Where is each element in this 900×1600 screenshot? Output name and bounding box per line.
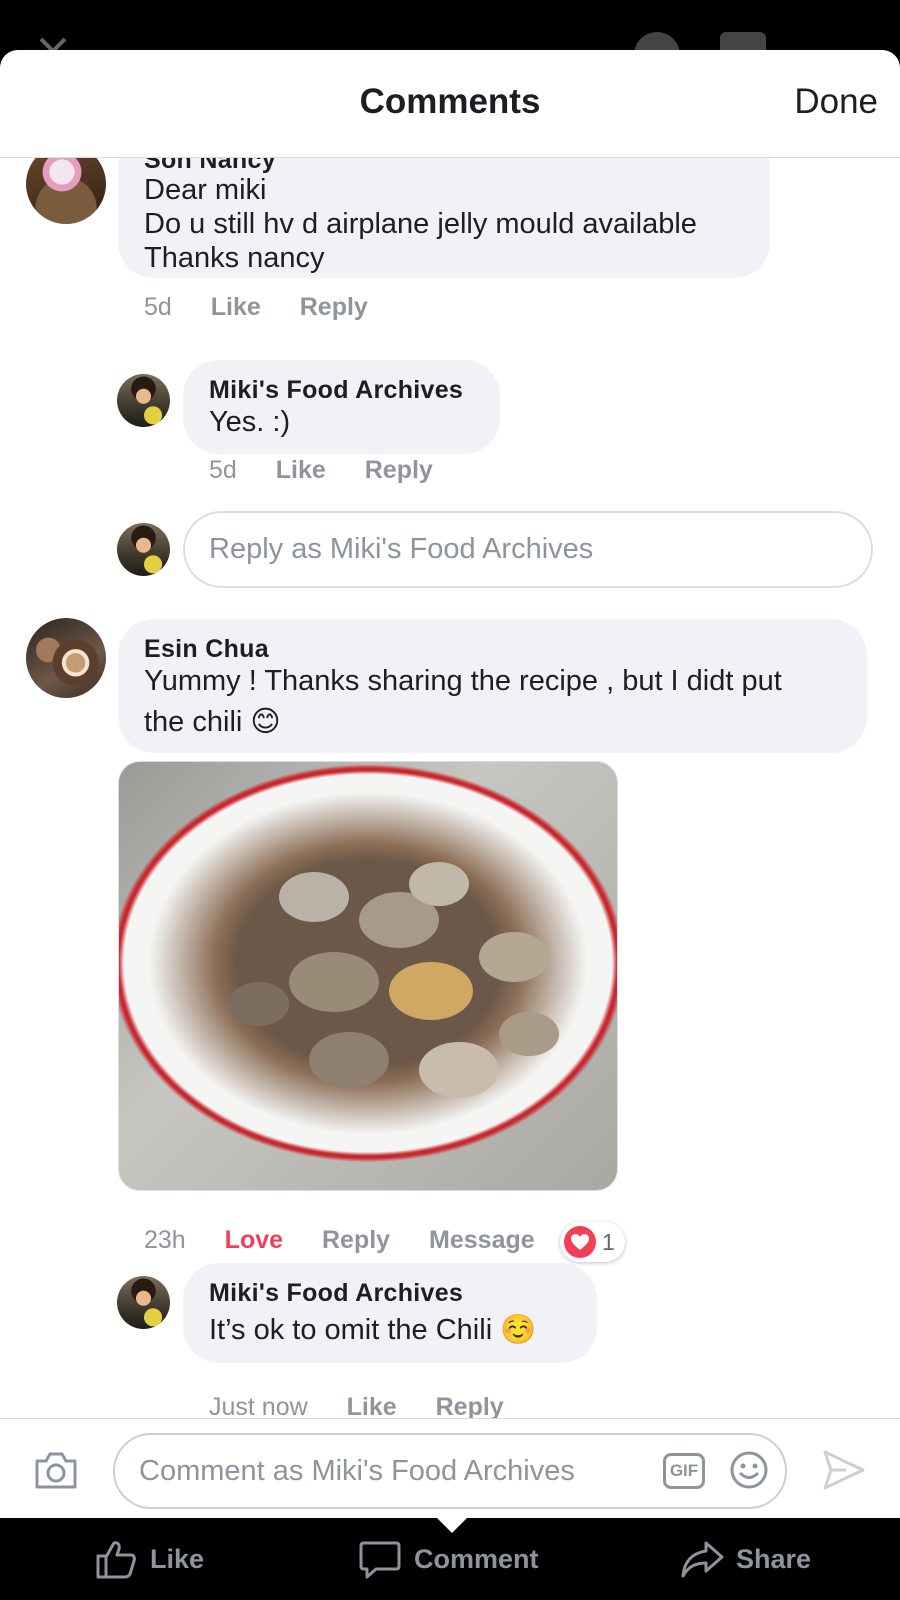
timestamp: 23h <box>144 1226 186 1254</box>
post-action-bar: Like Comment Share <box>0 1517 900 1600</box>
comment-input[interactable] <box>139 1435 639 1507</box>
reply-input[interactable] <box>185 513 871 586</box>
reaction-number: 1 <box>602 1228 615 1255</box>
reply-button[interactable]: Reply <box>436 1393 504 1421</box>
comment-photo[interactable] <box>118 761 618 1191</box>
timestamp: Just now <box>209 1393 308 1421</box>
reaction-count[interactable]: 1 <box>560 1222 625 1262</box>
share-action[interactable]: Share <box>680 1536 811 1582</box>
comment-meta: 23h Love Reply Message <box>144 1226 567 1255</box>
comment-input-box[interactable]: GIF <box>113 1433 787 1509</box>
reply-text: Yes. :) <box>209 406 291 438</box>
share-action-label: Share <box>736 1543 812 1574</box>
comment-line: Thanks nancy <box>144 242 325 274</box>
comment-meta: 5d Like Reply <box>144 293 400 322</box>
love-button[interactable]: Love <box>225 1226 283 1254</box>
like-button[interactable]: Like <box>211 293 261 321</box>
avatar[interactable] <box>26 618 106 698</box>
done-button[interactable]: Done <box>794 82 878 122</box>
share-icon <box>681 1541 724 1578</box>
reply-bubble[interactable]: Miki's Food Archives Yes. :) <box>183 360 500 454</box>
comment-composer: GIF <box>0 1418 900 1520</box>
comment-line: Do u still hv d airplane jelly mould ava… <box>144 208 697 240</box>
reply-meta: 5d Like Reply <box>209 456 465 485</box>
avatar <box>117 523 170 576</box>
like-button[interactable]: Like <box>347 1393 397 1421</box>
comment-line: Yummy ! Thanks sharing the recipe , but … <box>144 665 782 697</box>
active-tab-indicator <box>436 1517 468 1533</box>
tag-icon[interactable] <box>720 32 766 50</box>
comment-bubble[interactable]: Esin Chua Yummy ! Thanks sharing the rec… <box>118 619 867 753</box>
comments-list[interactable]: Soh Nancy Dear miki Do u still hv d airp… <box>0 158 900 1468</box>
reply-bubble[interactable]: Miki's Food Archives It’s ok to omit the… <box>183 1263 597 1363</box>
page-title: Comments <box>359 82 541 121</box>
comment-author[interactable]: Esin Chua <box>144 635 269 664</box>
comment-icon <box>359 1541 401 1579</box>
reaction-icon[interactable] <box>634 32 680 50</box>
reply-button[interactable]: Reply <box>365 456 433 484</box>
reply-author[interactable]: Miki's Food Archives <box>209 376 463 405</box>
like-button[interactable]: Like <box>276 456 326 484</box>
thumbs-up-icon <box>96 1541 136 1579</box>
comment-action[interactable]: Comment <box>358 1536 539 1582</box>
close-icon[interactable] <box>38 36 68 50</box>
send-icon[interactable] <box>822 1449 866 1491</box>
avatar[interactable] <box>117 374 170 427</box>
comment-action-label: Comment <box>414 1543 539 1574</box>
comment-line: the chili 😊 <box>144 706 281 738</box>
comments-header: Comments Done <box>0 50 900 158</box>
avatar[interactable] <box>26 158 106 224</box>
comments-sheet: Comments Done Soh Nancy Dear miki Do u s… <box>0 50 900 1518</box>
message-button[interactable]: Message <box>429 1226 535 1254</box>
reply-input-box[interactable] <box>183 511 873 588</box>
reply-button[interactable]: Reply <box>322 1226 390 1254</box>
timestamp: 5d <box>144 293 172 321</box>
comment-bubble[interactable]: Soh Nancy Dear miki Do u still hv d airp… <box>118 158 770 278</box>
status-strip <box>0 0 900 50</box>
camera-icon[interactable] <box>33 1449 79 1491</box>
emoji-icon[interactable] <box>729 1450 769 1490</box>
heart-icon <box>564 1226 596 1258</box>
gif-button[interactable]: GIF <box>663 1453 705 1489</box>
like-action-label: Like <box>150 1543 205 1574</box>
timestamp: 5d <box>209 456 237 484</box>
like-action[interactable]: Like <box>94 1536 204 1582</box>
reply-text: It’s ok to omit the Chili ☺️ <box>209 1314 537 1346</box>
reply-button[interactable]: Reply <box>300 293 368 321</box>
reply-author[interactable]: Miki's Food Archives <box>209 1279 463 1308</box>
avatar[interactable] <box>117 1276 170 1329</box>
comment-line: Dear miki <box>144 174 267 206</box>
